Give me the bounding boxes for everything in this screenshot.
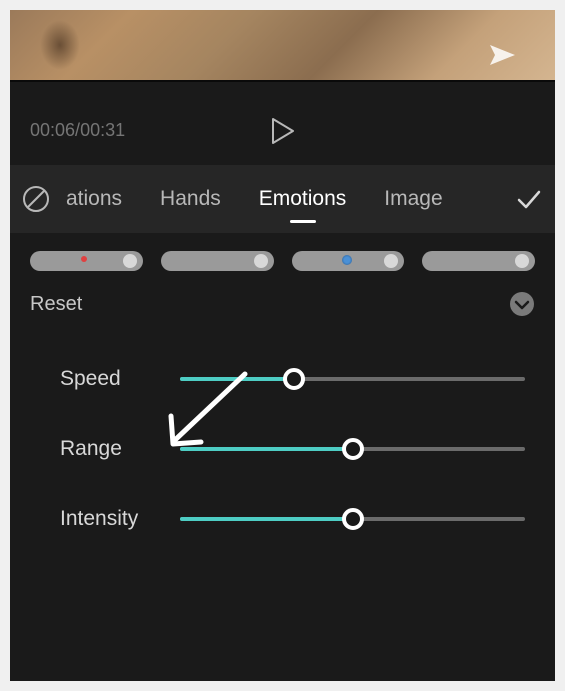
confirm-button[interactable] (515, 185, 543, 213)
collapse-button[interactable] (509, 291, 535, 317)
slider-thumb[interactable] (283, 368, 305, 390)
check-icon (515, 185, 543, 213)
preset-1[interactable] (30, 251, 143, 271)
slider-row-speed: Speed (30, 367, 535, 391)
controls-header: Reset (30, 291, 535, 317)
video-preview[interactable] (10, 10, 555, 82)
slider-label-speed: Speed (60, 367, 180, 391)
tab-ations[interactable]: ations (62, 169, 126, 229)
tab-image[interactable]: Image (380, 169, 446, 229)
slider-fill (180, 447, 353, 451)
slider-label-range: Range (60, 437, 180, 461)
prohibit-icon (22, 185, 50, 213)
presets-row (10, 233, 555, 275)
tab-hands[interactable]: Hands (156, 169, 225, 229)
tab-bar: ations Hands Emotions Image (10, 165, 555, 233)
player-controls: 00:06/00:31 (10, 82, 555, 165)
reset-button[interactable]: Reset (30, 293, 82, 316)
slider-fill (180, 377, 294, 381)
preset-4[interactable] (422, 251, 535, 271)
slider-fill (180, 517, 353, 521)
preset-3[interactable] (292, 251, 405, 271)
time-display: 00:06/00:31 (30, 120, 125, 141)
tabs-container: ations Hands Emotions Image (62, 169, 503, 229)
chevron-down-icon (509, 291, 535, 317)
total-time: 00:31 (80, 120, 125, 140)
play-button[interactable] (271, 117, 295, 145)
slider-label-intensity: Intensity (60, 507, 180, 531)
controls-section: Reset Speed Range (10, 275, 555, 607)
tab-emotions[interactable]: Emotions (255, 169, 351, 229)
slider-speed[interactable] (180, 367, 525, 391)
app-container: 00:06/00:31 ations Hands Emotions Image (10, 10, 555, 681)
slider-range[interactable] (180, 437, 525, 461)
slider-row-range: Range (30, 437, 535, 461)
slider-thumb[interactable] (342, 508, 364, 530)
play-icon (271, 117, 295, 145)
slider-intensity[interactable] (180, 507, 525, 531)
slider-thumb[interactable] (342, 438, 364, 460)
current-time: 00:06 (30, 120, 75, 140)
preset-2[interactable] (161, 251, 274, 271)
slider-row-intensity: Intensity (30, 507, 535, 531)
no-effect-button[interactable] (22, 185, 50, 213)
